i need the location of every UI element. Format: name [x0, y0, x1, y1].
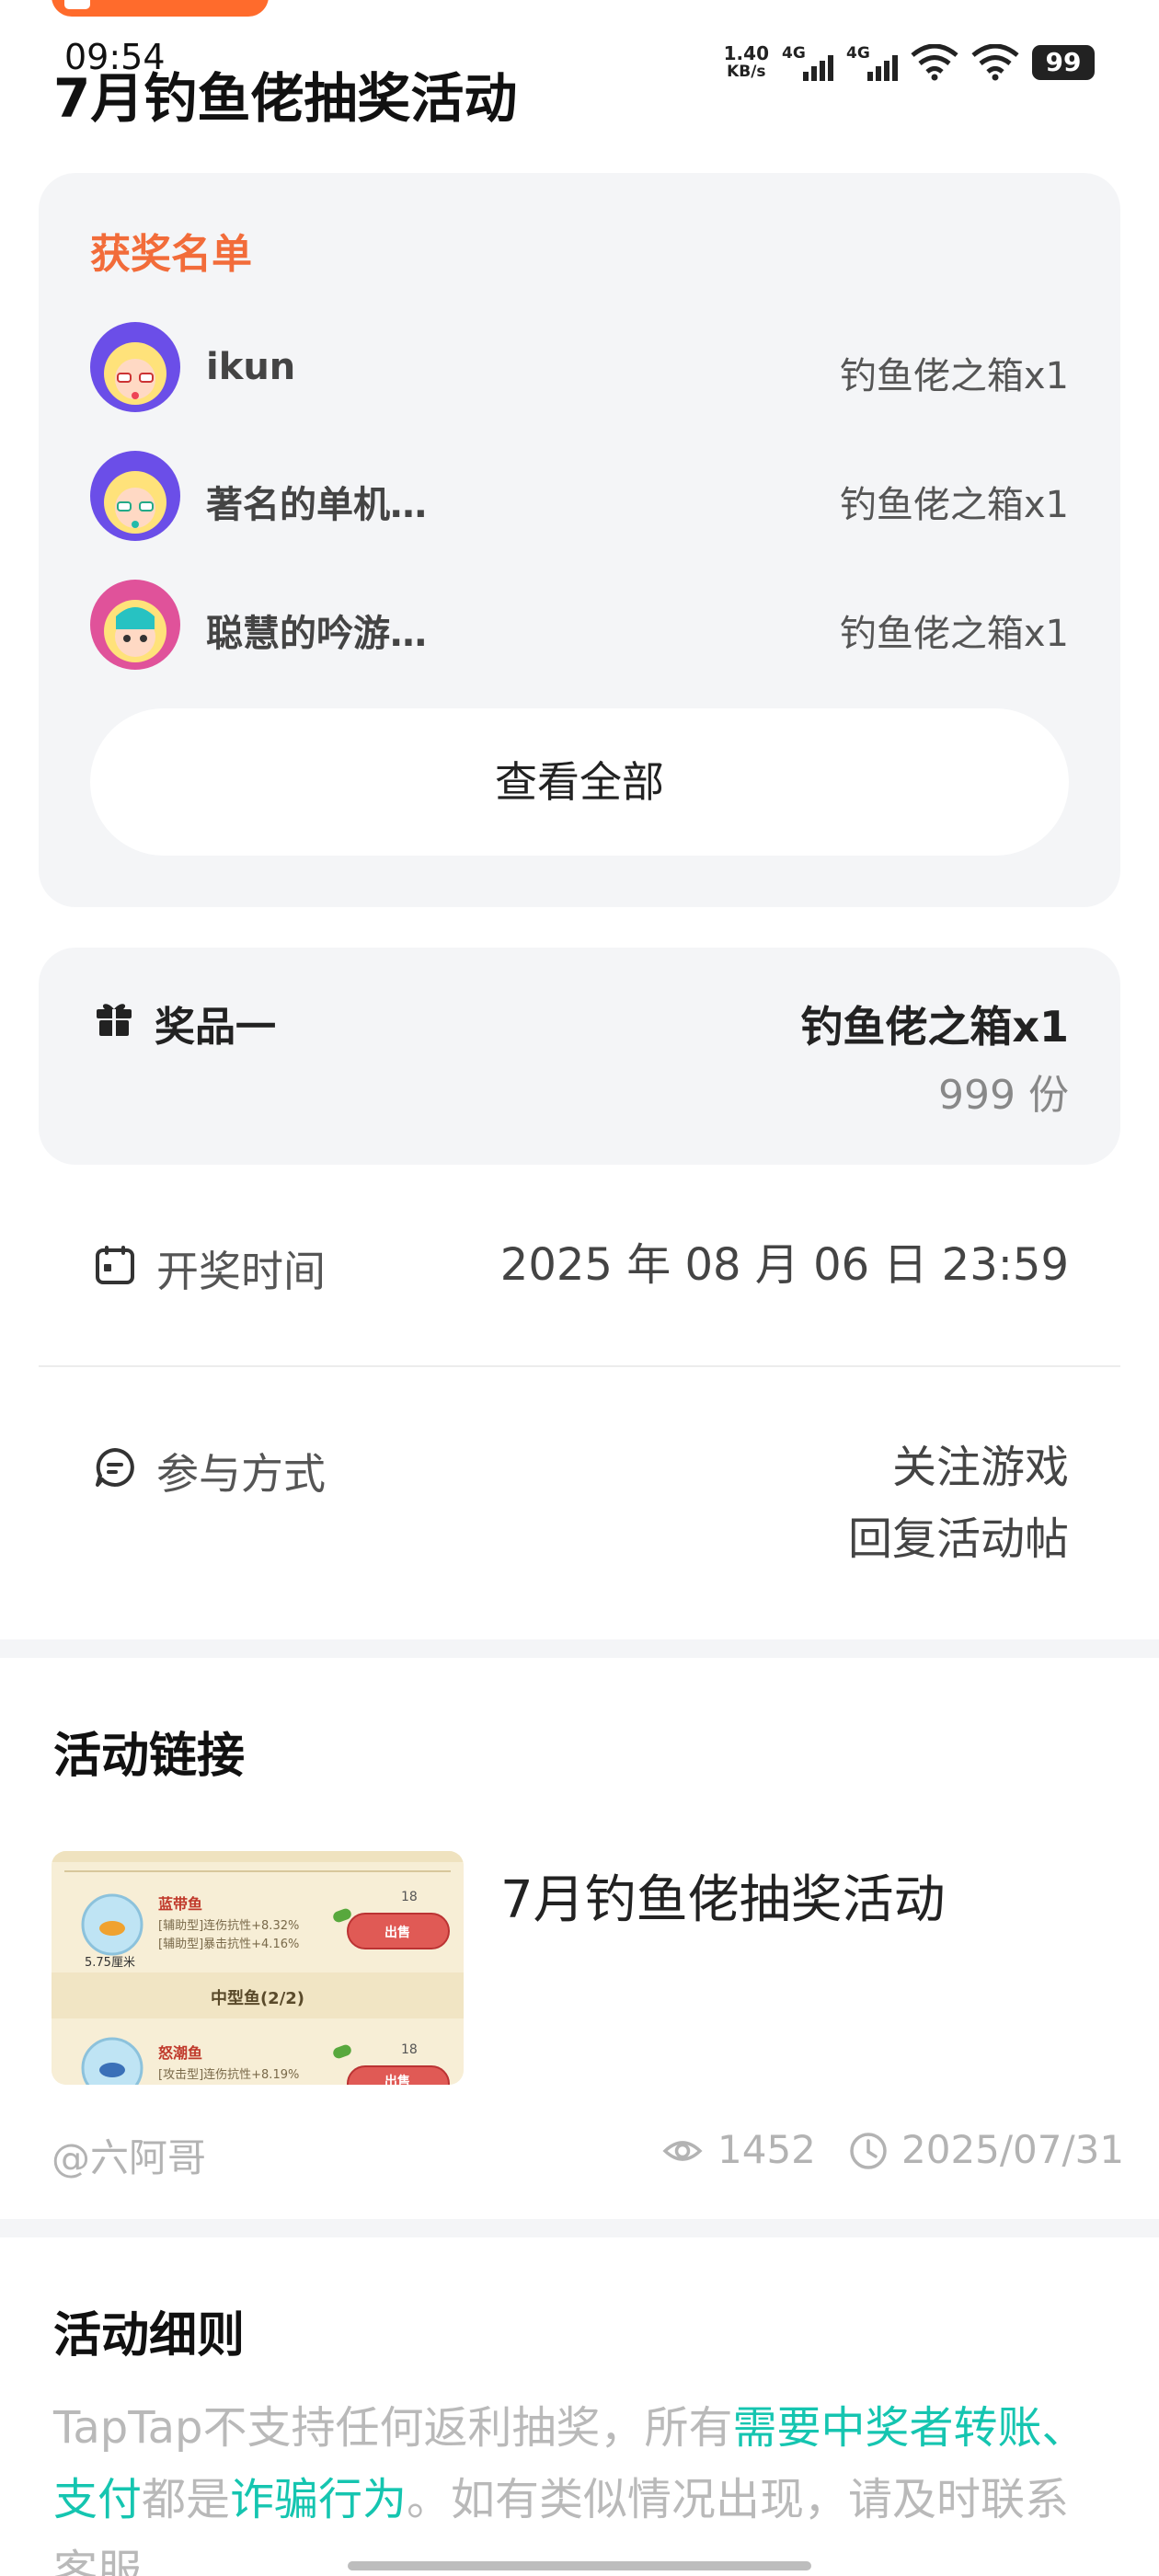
participation-row: 参与方式 关注游戏 回复活动帖: [39, 1417, 1120, 1582]
winner-row[interactable]: 著名的单机… 钓鱼佬之箱x1: [90, 451, 1069, 543]
activity-post-title[interactable]: 7月钓鱼佬抽奖活动: [500, 1858, 946, 1933]
participation-method: 回复活动帖: [847, 1513, 1069, 1565]
rules-title: 活动细则: [53, 2308, 246, 2363]
clock-icon: [850, 2133, 887, 2169]
wifi-icon: [911, 44, 958, 81]
winner-prize: 钓鱼佬之箱x1: [839, 484, 1069, 526]
calendar-icon: [96, 1246, 134, 1284]
winner-row[interactable]: ikun 钓鱼佬之箱x1: [90, 322, 1069, 414]
view-all-button[interactable]: 查看全部: [90, 708, 1069, 856]
avatar[interactable]: [90, 580, 180, 670]
section-separator: [0, 2219, 1159, 2237]
eye-icon: [662, 2141, 703, 2161]
winner-prize: 钓鱼佬之箱x1: [839, 355, 1069, 397]
prize-card: 奖品一 钓鱼佬之箱x1 999 份: [39, 948, 1120, 1165]
draw-time-label: 开奖时间: [156, 1247, 326, 1296]
avatar[interactable]: [90, 451, 180, 541]
winner-name: ikun: [206, 346, 296, 388]
post-date: 2025/07/31: [901, 2127, 1125, 2172]
fish-stat: [辅助型]连伤抗性+8.32%: [158, 1919, 300, 1933]
section-separator: [0, 1639, 1159, 1658]
home-indicator[interactable]: [348, 2561, 811, 2570]
signal-4g-icon: 4G: [782, 44, 833, 81]
winners-card: 获奖名单 ikun 钓鱼佬之箱x1 著名的单机… 钓鱼佬之箱x1 聪慧的吟游… …: [39, 173, 1120, 907]
sell-button: 出售: [384, 2075, 410, 2085]
participation-methods: 关注游戏 回复活动帖: [848, 1432, 1069, 1575]
winner-prize: 钓鱼佬之箱x1: [839, 613, 1069, 655]
fish-category: 中型鱼(2/2): [210, 1989, 305, 2008]
floating-app-tab[interactable]: [52, 0, 269, 17]
page-title: 7月钓鱼佬抽奖活动: [53, 67, 518, 130]
fish-size: 5.75厘米: [85, 1956, 135, 1970]
coin-count: 18: [401, 1890, 418, 1904]
rules-highlight: 诈骗行为: [230, 2474, 407, 2525]
winner-row[interactable]: 聪慧的吟游… 钓鱼佬之箱x1: [90, 580, 1069, 672]
gift-icon: [97, 1004, 132, 1036]
view-count: 1452: [717, 2127, 816, 2172]
avatar[interactable]: [90, 322, 180, 412]
winner-name: 著名的单机…: [206, 484, 427, 526]
draw-time-value: 2025 年 08 月 06 日 23:59: [499, 1239, 1069, 1291]
post-author[interactable]: @六阿哥: [52, 2127, 206, 2183]
coin-count: 18: [401, 2042, 418, 2057]
participation-method: 关注游戏: [891, 1442, 1069, 1493]
battery-indicator: 99: [1032, 45, 1095, 80]
signal-4g-icon: 4G: [846, 44, 898, 81]
fish-name: 怒潮鱼: [158, 2044, 203, 2062]
fish-name: 蓝带鱼: [158, 1895, 203, 1913]
draw-time-row: 开奖时间 2025 年 08 月 06 日 23:59: [39, 1214, 1120, 1316]
fish-stat: [攻击型]连伤抗性+8.19%: [158, 2068, 300, 2082]
prize-label: 奖品一: [155, 1004, 276, 1051]
rules-text: TapTap不支持任何返利抽奖，所有需要中奖者转账、支付都是诈骗行为。如有类似情…: [53, 2402, 1086, 2576]
divider: [39, 1365, 1120, 1367]
activity-link-title: 活动链接: [53, 1729, 246, 1784]
winner-name: 聪慧的吟游…: [206, 613, 427, 655]
participation-label: 参与方式: [156, 1449, 326, 1499]
network-speed: 1.40 KB/s: [723, 42, 769, 81]
prize-count: 999 份: [938, 1072, 1069, 1119]
fish-stat: [辅助型]暴击抗性+4.16%: [158, 1938, 300, 1951]
chat-bubble-icon: [96, 1448, 134, 1487]
winners-title: 获奖名单: [90, 231, 252, 278]
prize-value: 钓鱼佬之箱x1: [800, 1002, 1069, 1052]
sell-button: 出售: [384, 1926, 410, 1940]
wifi-icon: [971, 44, 1019, 81]
activity-thumbnail[interactable]: 蓝带鱼 [辅助型]连伤抗性+8.32% [辅助型]暴击抗性+4.16% 5.75…: [52, 1851, 464, 2085]
